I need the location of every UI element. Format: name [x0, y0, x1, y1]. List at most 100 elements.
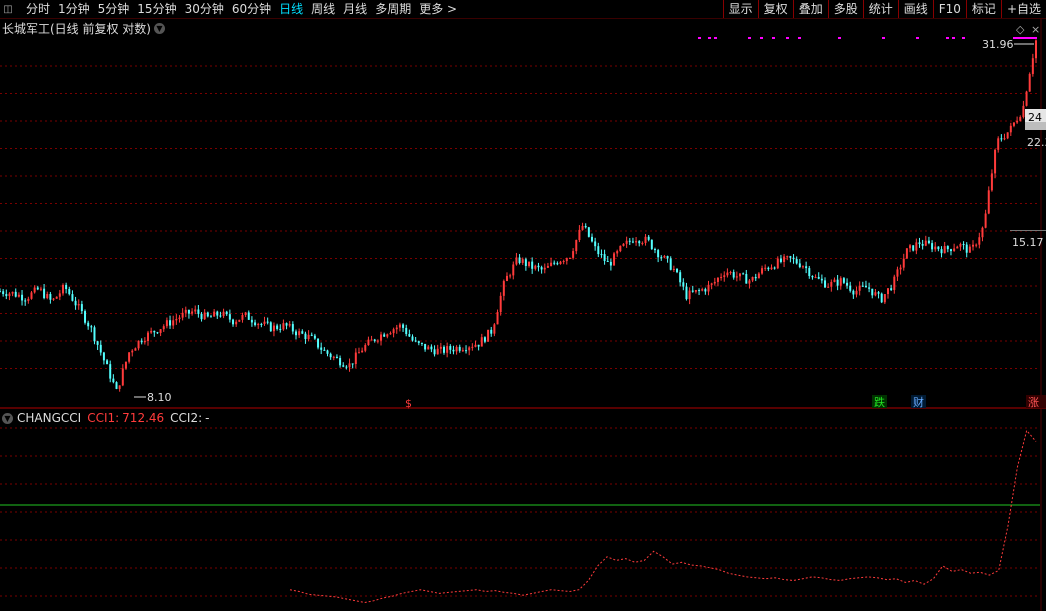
candle-body: [946, 246, 949, 250]
candle-body: [726, 272, 729, 276]
candle-body: [739, 273, 741, 277]
candle-body: [984, 213, 987, 228]
tab-period-1[interactable]: 1分钟: [54, 0, 94, 18]
candle-body: [49, 294, 52, 300]
tab-period-2[interactable]: 5分钟: [94, 0, 134, 18]
candle-body: [376, 340, 379, 342]
signal-dot: [882, 37, 885, 39]
candle-body: [134, 348, 137, 351]
candle-body: [965, 244, 968, 253]
candle-body: [990, 173, 993, 191]
signal-dot: [798, 37, 801, 39]
candle-body: [181, 312, 184, 318]
tool-button-7[interactable]: 标记: [965, 0, 1001, 18]
candle-body: [909, 245, 912, 249]
candle-body: [543, 267, 546, 270]
candle-body: [650, 239, 653, 250]
candle-body: [600, 254, 603, 256]
candle-body: [1025, 91, 1028, 106]
candle-body: [1000, 138, 1003, 140]
candle-body: [430, 346, 433, 350]
candle-body: [307, 334, 310, 340]
candle-body: [635, 241, 638, 243]
candle-body: [96, 341, 99, 345]
tab-period-4[interactable]: 30分钟: [181, 0, 228, 18]
tab-period-3[interactable]: 15分钟: [133, 0, 180, 18]
candle-body: [849, 285, 852, 291]
candle-body: [461, 350, 464, 352]
candle-body: [521, 259, 524, 263]
candle-body: [792, 257, 795, 260]
candle-body: [172, 320, 175, 326]
candle-body: [587, 227, 590, 237]
candle-body: [710, 283, 713, 285]
candle-body: [354, 352, 357, 365]
candle-body: [591, 236, 593, 242]
tool-button-4[interactable]: 统计: [862, 0, 898, 18]
candle-body: [65, 284, 68, 290]
candle-body: [219, 315, 222, 317]
candle-body: [1035, 40, 1037, 59]
candle-body: [411, 336, 414, 341]
chart-canvas[interactable]: ◇×31.962422.315.178.10$跌财涨: [0, 19, 1046, 611]
candle-body: [773, 267, 776, 269]
candle-body: [735, 276, 738, 278]
candle-body: [550, 262, 553, 266]
candlestick-series: [0, 39, 1037, 392]
candle-body: [842, 278, 845, 283]
candle-body: [150, 330, 153, 333]
candle-body: [455, 346, 458, 352]
candle-body: [483, 337, 486, 342]
candle-body: [263, 321, 266, 324]
tool-button-1[interactable]: 复权: [757, 0, 793, 18]
candle-body: [861, 285, 864, 287]
candle-body: [921, 244, 924, 246]
candle-body: [565, 258, 568, 262]
candle-body: [213, 311, 216, 317]
candle-body: [348, 363, 351, 368]
tool-button-3[interactable]: 多股: [827, 0, 863, 18]
candle-body: [732, 272, 735, 278]
candle-body: [449, 346, 452, 350]
candle-body: [373, 339, 376, 341]
event-zhang-tag: 涨: [1028, 396, 1039, 409]
tab-period-7[interactable]: 周线: [307, 0, 339, 18]
tool-button-8[interactable]: +自选: [1000, 0, 1046, 18]
candle-body: [940, 249, 943, 254]
candle-body: [345, 366, 348, 368]
candle-body: [8, 293, 11, 297]
candle-body: [817, 276, 820, 279]
candle-body: [21, 294, 24, 301]
candle-body: [994, 149, 997, 174]
candle-body: [559, 261, 562, 264]
candle-body: [206, 312, 209, 317]
tab-period-8[interactable]: 月线: [339, 0, 371, 18]
tab-period-5[interactable]: 60分钟: [228, 0, 275, 18]
candle-body: [124, 361, 127, 369]
candle-body: [657, 250, 660, 258]
candle-body: [342, 365, 345, 367]
candle-body: [644, 236, 647, 243]
tool-button-5[interactable]: 画线: [897, 0, 933, 18]
candle-body: [723, 275, 726, 277]
tab-period-9[interactable]: 多周期: [371, 0, 415, 18]
candle-body: [622, 243, 625, 246]
candle-body: [716, 277, 719, 282]
tool-button-2[interactable]: 叠加: [792, 0, 828, 18]
candle-body: [143, 340, 146, 343]
candle-body: [405, 327, 408, 335]
candle-body: [874, 292, 877, 296]
candle-body: [534, 265, 537, 269]
candle-body: [868, 287, 871, 289]
candle-body: [5, 294, 8, 297]
candle-body: [764, 267, 767, 269]
tab-period-10[interactable]: 更多 >: [415, 0, 461, 18]
tool-button-6[interactable]: F10: [932, 0, 966, 18]
candle-body: [594, 241, 597, 247]
tab-period-0[interactable]: 分时: [22, 0, 54, 18]
menu-icon[interactable]: ◫: [0, 1, 16, 17]
price-axis-shade: [1025, 122, 1046, 130]
tool-button-0[interactable]: 显示: [722, 0, 758, 18]
candle-body: [748, 280, 751, 284]
tab-period-6[interactable]: 日线: [275, 0, 307, 18]
